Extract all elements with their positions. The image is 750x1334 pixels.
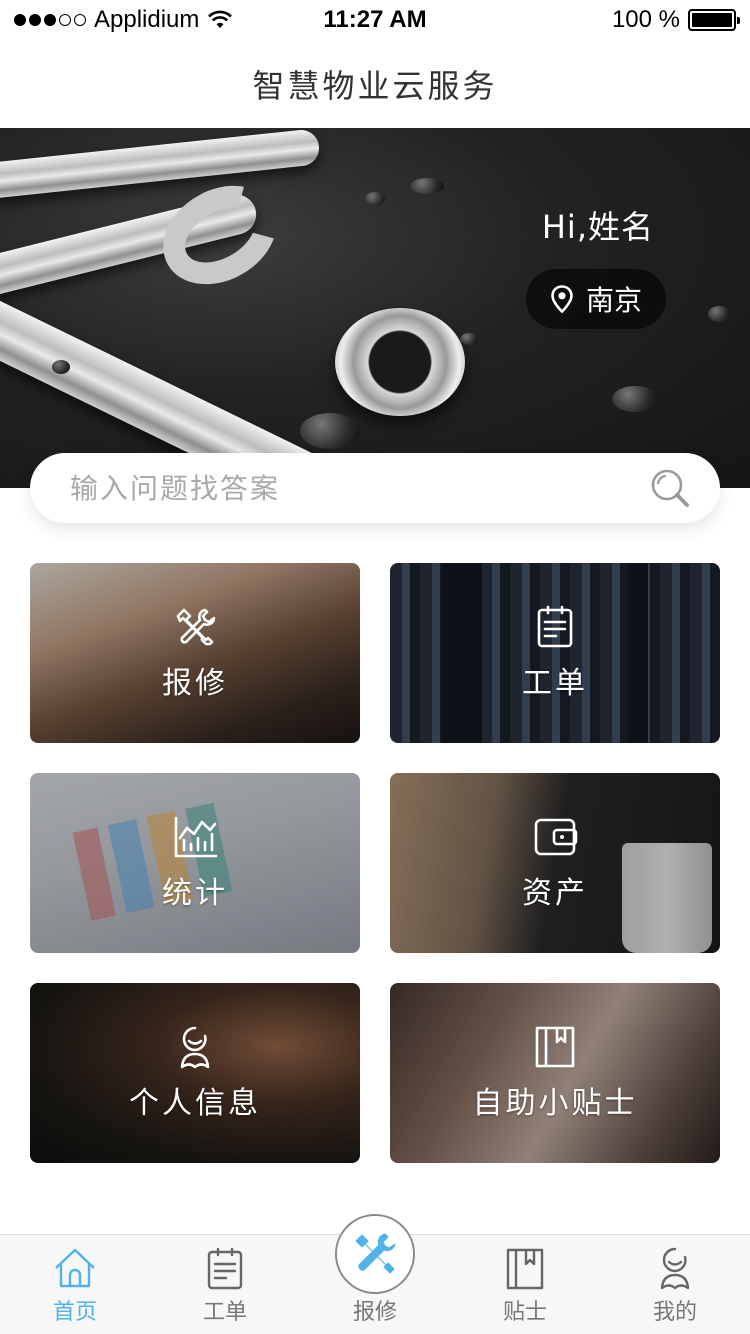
grid-card-label: 自助小贴士 bbox=[472, 1086, 638, 1121]
tab-home[interactable]: 首页 bbox=[0, 1235, 150, 1334]
wallet-icon bbox=[534, 818, 578, 856]
signal-strength-icon bbox=[14, 14, 86, 26]
grid-card-self-help-tips[interactable]: 自助小贴士 bbox=[390, 983, 720, 1163]
carrier-name: Applidium bbox=[94, 6, 200, 33]
location-pin-icon bbox=[551, 285, 573, 313]
repair-tools-icon bbox=[176, 608, 216, 646]
status-bar: Applidium 11:27 AM 100 % bbox=[0, 0, 750, 40]
bookmark-icon bbox=[506, 1248, 544, 1290]
search-icon[interactable] bbox=[648, 466, 692, 510]
bookmark-icon bbox=[535, 1026, 575, 1068]
battery-icon bbox=[688, 9, 740, 31]
water-drop bbox=[365, 192, 385, 206]
grid-card-label: 报修 bbox=[162, 666, 228, 701]
tab-label: 报修 bbox=[352, 1300, 397, 1325]
grid-card-assets[interactable]: 资产 bbox=[390, 773, 720, 953]
water-drop bbox=[708, 306, 730, 322]
location-selector[interactable]: 南京 bbox=[526, 269, 666, 329]
water-drop bbox=[612, 386, 658, 412]
person-icon bbox=[660, 1247, 690, 1290]
tab-work-order[interactable]: 工单 bbox=[150, 1235, 300, 1334]
water-drop bbox=[410, 178, 444, 194]
grid-card-label: 统计 bbox=[162, 876, 228, 911]
water-drop bbox=[460, 333, 478, 345]
grid-card-personal-info[interactable]: 个人信息 bbox=[30, 983, 360, 1163]
navigation-bar: 智慧物业云服务 bbox=[0, 40, 750, 128]
water-drop bbox=[52, 360, 70, 374]
wrench-ring-image bbox=[335, 308, 465, 416]
grid-card-label: 工单 bbox=[522, 666, 588, 701]
wrench-jaw-image bbox=[145, 166, 295, 304]
person-icon bbox=[180, 1026, 210, 1069]
home-icon bbox=[55, 1248, 95, 1288]
grid-card-label: 资产 bbox=[522, 876, 588, 911]
grid-card-statistics[interactable]: 统计 bbox=[30, 773, 360, 953]
tab-mine[interactable]: 我的 bbox=[600, 1235, 750, 1334]
water-drop bbox=[300, 413, 360, 449]
location-label: 南京 bbox=[585, 284, 642, 317]
chart-icon bbox=[174, 816, 218, 858]
wrench-image bbox=[0, 128, 321, 204]
search-bar[interactable] bbox=[30, 453, 720, 523]
grid-card-work-order[interactable]: 工单 bbox=[390, 563, 720, 743]
tab-tips[interactable]: 贴士 bbox=[450, 1235, 600, 1334]
page-title: 智慧物业云服务 bbox=[252, 67, 498, 105]
tab-label: 工单 bbox=[202, 1300, 247, 1325]
tab-label: 我的 bbox=[652, 1300, 697, 1325]
clipboard-icon bbox=[207, 1247, 243, 1290]
tab-label: 首页 bbox=[52, 1300, 97, 1325]
grid-card-label: 个人信息 bbox=[129, 1086, 261, 1121]
search-input[interactable] bbox=[70, 471, 648, 505]
greeting-text: Hi,姓名 bbox=[541, 208, 654, 246]
clipboard-icon bbox=[537, 605, 573, 648]
battery-percent: 100 % bbox=[611, 6, 680, 33]
grid-card-repair[interactable]: 报修 bbox=[30, 563, 360, 743]
repair-center-button[interactable] bbox=[335, 1214, 415, 1294]
wifi-icon bbox=[208, 10, 233, 28]
tab-label: 贴士 bbox=[502, 1300, 547, 1325]
repair-tools-icon bbox=[355, 1233, 396, 1274]
hero-banner: Hi,姓名 南京 bbox=[0, 128, 750, 488]
